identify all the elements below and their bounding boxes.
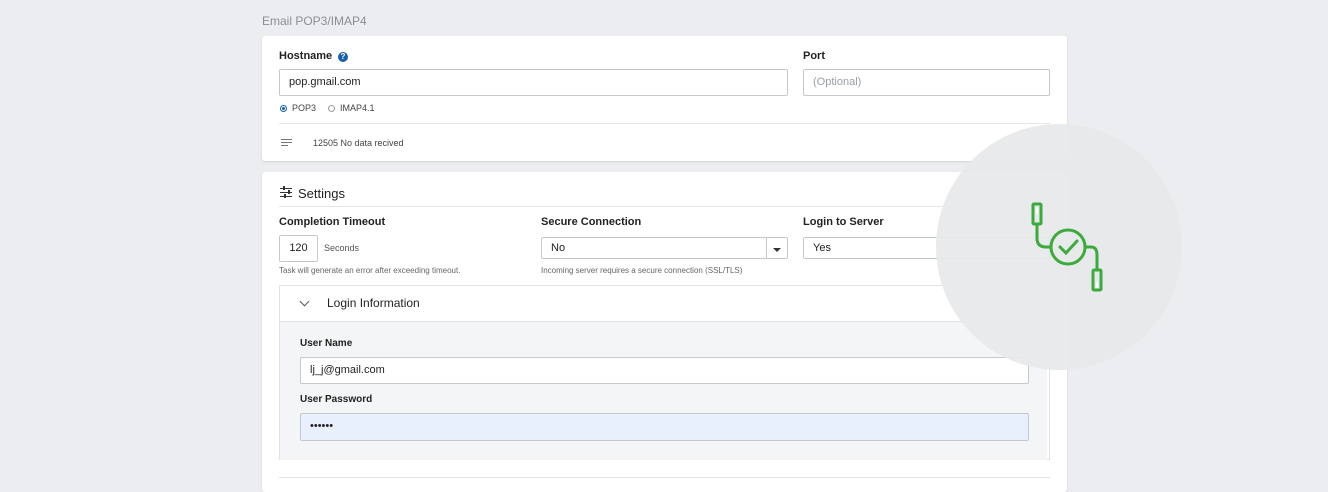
password-input[interactable]: •••••• <box>300 413 1029 441</box>
dropdown-arrow-icon[interactable] <box>766 238 787 258</box>
secure-connection-hint: Incoming server requires a secure connec… <box>541 266 743 275</box>
timeout-unit: Seconds <box>324 243 360 253</box>
secure-connection-label: Secure Connection <box>541 216 642 228</box>
status-text: 12505 No data recived <box>313 138 404 148</box>
login-info-title[interactable]: Login Information <box>327 296 420 310</box>
lines-icon <box>281 139 292 148</box>
port-input[interactable]: (Optional) <box>803 69 1050 96</box>
section-title: Email POP3/IMAP4 <box>262 14 367 28</box>
user-name-input[interactable]: lj_j@gmail.com <box>300 357 1029 384</box>
imap4-radio[interactable] <box>328 105 335 112</box>
timeout-hint: Task will generate an error after exceed… <box>279 266 461 275</box>
user-name-label: User Name <box>300 338 353 349</box>
hostname-label: Hostname <box>279 50 333 62</box>
connection-success-icon <box>1031 202 1103 292</box>
timeout-input[interactable]: 120 <box>279 235 318 262</box>
settings-divider <box>279 206 1050 207</box>
imap4-label: IMAP4.1 <box>340 103 375 113</box>
hostname-input[interactable]: pop.gmail.com <box>279 69 788 96</box>
next-panel-edge <box>279 477 1050 478</box>
pop3-radio[interactable] <box>280 105 287 112</box>
help-icon[interactable]: ? <box>338 52 348 62</box>
password-label: User Password <box>300 394 373 405</box>
port-label: Port <box>803 50 825 62</box>
completion-timeout-label: Completion Timeout <box>279 216 386 228</box>
settings-title: Settings <box>298 186 345 201</box>
secure-connection-select[interactable]: No <box>541 237 788 259</box>
secure-connection-value: No <box>551 242 566 254</box>
pop3-label: POP3 <box>292 103 317 113</box>
divider <box>279 123 1050 124</box>
settings-sliders-icon <box>280 186 292 198</box>
login-to-server-label: Login to Server <box>803 216 884 228</box>
